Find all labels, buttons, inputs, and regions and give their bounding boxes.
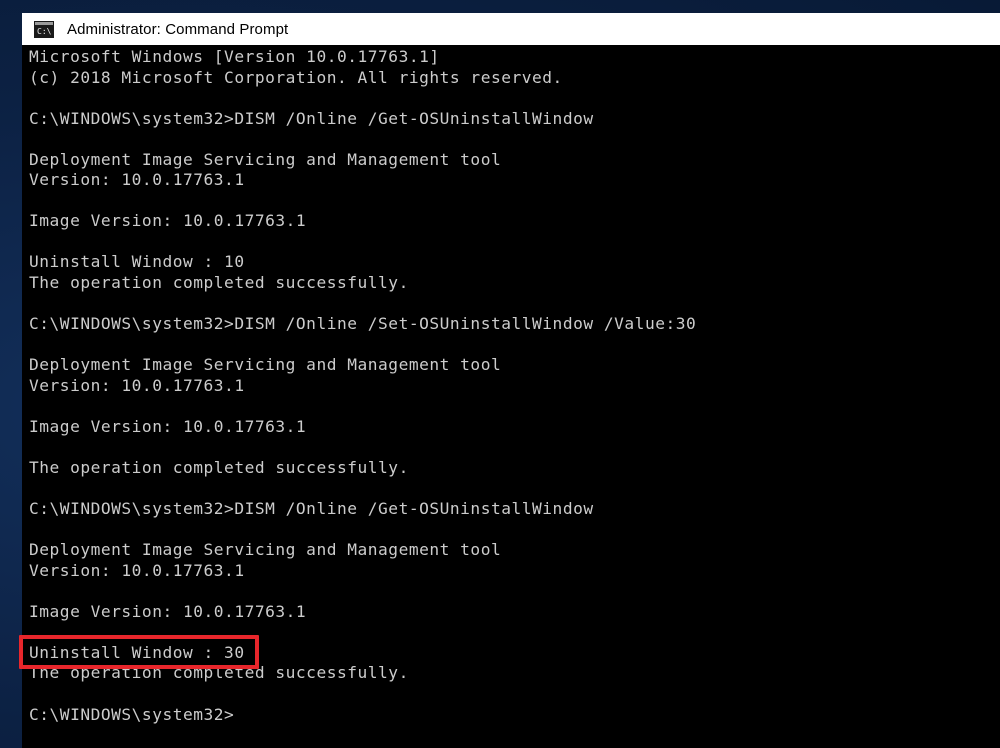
terminal-line: The operation completed successfully. — [29, 457, 409, 477]
terminal-line: C:\WINDOWS\system32>DISM /Online /Get-OS… — [29, 499, 594, 519]
terminal-line: Uninstall Window : 10 — [29, 252, 245, 272]
terminal-line: Version: 10.0.17763.1 — [29, 170, 245, 190]
screenshot-root: C:\ Administrator: Command Prompt Micros… — [0, 0, 1000, 748]
terminal-line: Microsoft Windows [Version 10.0.17763.1] — [29, 47, 440, 66]
terminal-output-area[interactable]: Microsoft Windows [Version 10.0.17763.1]… — [22, 45, 1000, 748]
terminal-line: C:\WINDOWS\system32>DISM /Online /Get-OS… — [29, 108, 594, 128]
terminal-line: Image Version: 10.0.17763.1 — [29, 601, 307, 621]
terminal-line: (c) 2018 Microsoft Corporation. All righ… — [29, 67, 563, 87]
terminal-line: C:\WINDOWS\system32> — [29, 704, 235, 724]
terminal-line: Version: 10.0.17763.1 — [29, 560, 245, 580]
terminal-line: Version: 10.0.17763.1 — [29, 375, 245, 395]
terminal-line: Image Version: 10.0.17763.1 — [29, 211, 307, 231]
terminal-line: Deployment Image Servicing and Managemen… — [29, 540, 502, 560]
terminal-line: Deployment Image Servicing and Managemen… — [29, 149, 502, 169]
command-prompt-icon: C:\ — [34, 20, 54, 38]
terminal-line: Image Version: 10.0.17763.1 — [29, 416, 307, 436]
terminal-line: Deployment Image Servicing and Managemen… — [29, 355, 502, 375]
terminal-line: The operation completed successfully. — [29, 663, 409, 683]
svg-text:C:\: C:\ — [37, 27, 52, 36]
command-prompt-window: C:\ Administrator: Command Prompt Micros… — [22, 13, 1000, 748]
terminal-line: The operation completed successfully. — [29, 273, 409, 293]
terminal-line-list: Microsoft Windows [Version 10.0.17763.1]… — [29, 47, 989, 725]
terminal-line: C:\WINDOWS\system32>DISM /Online /Set-OS… — [29, 314, 697, 334]
terminal-line: Uninstall Window : 30 — [29, 642, 245, 662]
window-title-bar[interactable]: C:\ Administrator: Command Prompt — [22, 13, 1000, 45]
window-title-label: Administrator: Command Prompt — [67, 20, 289, 38]
